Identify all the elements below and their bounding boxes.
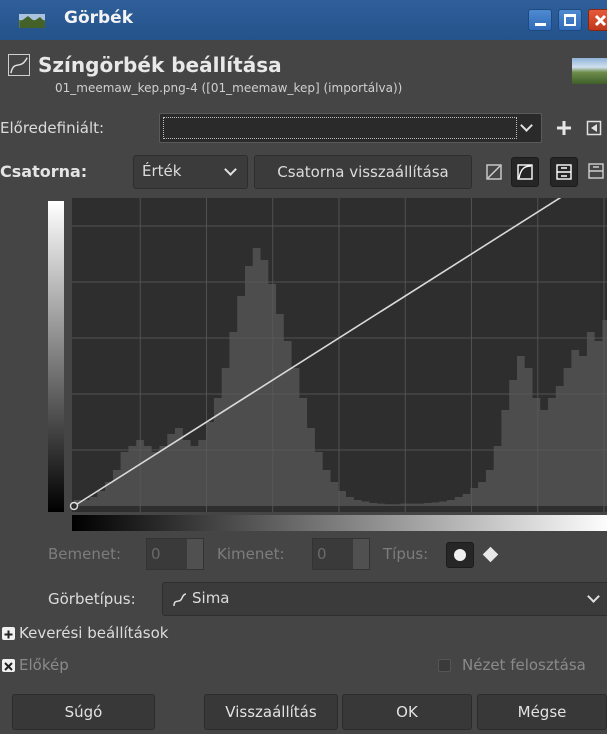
view-mode-alt-icon [588,163,604,179]
preset-menu-icon[interactable] [586,120,602,136]
spin-up-icon[interactable] [187,539,203,554]
dialog-title: Színgörbék beállítása [38,53,282,77]
channel-value: Érték [142,162,182,180]
output-spinbox[interactable]: 0 [312,538,370,570]
input-value: 0 [151,545,161,563]
type-label: Típus: [383,545,429,563]
presets-label: Előredefiniált: [0,119,105,137]
close-button[interactable] [588,9,607,31]
help-button[interactable]: Súgó [12,694,155,730]
image-subtitle: 01_meemaw_kep.png-4 ([01_meemaw_kep] (im… [55,81,403,95]
corner-point-icon[interactable] [482,546,499,563]
linear-histogram-icon [486,164,502,180]
channel-label: Csatorna: [0,162,88,181]
log-histogram-icon [517,164,533,180]
output-label: Kimenet: [217,545,285,563]
spin-down-icon[interactable] [353,554,369,569]
input-gradient-bar [72,515,607,531]
blending-label: Keverési beállítások [19,624,169,642]
reset-button[interactable]: Visszaállítás [204,694,338,730]
minimize-button[interactable] [528,9,552,31]
cancel-button[interactable]: Mégse [477,694,607,730]
spin-down-icon[interactable] [187,554,203,569]
maximize-icon [564,14,576,26]
presets-value [163,117,517,139]
output-gradient-bar [48,201,64,512]
minimize-icon [535,23,546,26]
chevron-down-icon [224,163,237,176]
checkbox-unchecked-icon [438,659,451,672]
split-view-label: Nézet felosztása [462,656,586,674]
curve-graph[interactable] [48,198,607,512]
curve-type-label: Görbetípus: [48,590,136,608]
circle-point-icon [454,549,466,561]
close-icon [594,14,607,27]
chevron-down-icon [520,119,533,132]
curve-point-start[interactable] [69,501,79,511]
linear-histogram-toggle[interactable] [480,157,508,187]
output-value: 0 [317,545,327,563]
curve-type-combo[interactable]: Sima [162,582,607,616]
image-thumbnail [572,58,607,84]
channel-combo[interactable]: Érték [133,155,248,189]
smooth-point-toggle[interactable] [446,542,474,568]
checkbox-checked-icon [2,659,15,672]
window-title: Görbék [64,8,134,28]
view-mode-toggle-2[interactable] [583,157,607,187]
input-label: Bemenet: [48,545,122,563]
view-mode-toggle[interactable] [550,157,578,187]
maximize-button[interactable] [558,9,582,31]
presets-combo[interactable] [159,113,542,143]
input-spinbox[interactable]: 0 [146,538,204,570]
curve-type-value: Sima [192,589,230,607]
title-bar: Görbék [0,0,607,40]
chevron-down-icon [587,590,600,603]
spin-up-icon[interactable] [353,539,369,554]
view-mode-icon [556,164,572,180]
curves-icon [8,54,30,76]
add-preset-icon[interactable] [556,120,572,136]
preview-label: Előkép [19,656,69,674]
reset-channel-button[interactable]: Csatorna visszaállítása [254,155,472,189]
gimp-app-icon [19,14,45,28]
split-view-checkbox[interactable]: Nézet felosztása [438,655,607,677]
expand-plus-icon [2,627,15,640]
smooth-curve-icon [173,593,187,607]
log-histogram-toggle[interactable] [511,157,539,187]
ok-button[interactable]: OK [342,694,472,730]
